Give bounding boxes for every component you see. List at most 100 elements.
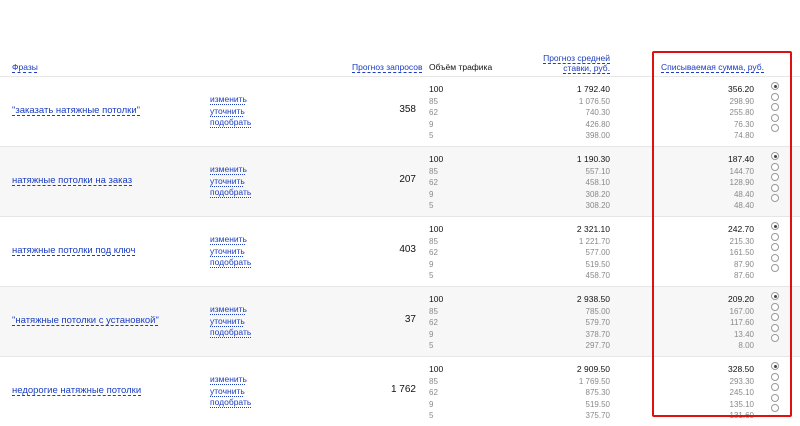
traffic-volume-value: 5 bbox=[429, 201, 434, 210]
charged-sum-value: 161.50 bbox=[729, 248, 754, 257]
traffic-volume-header: Объём трафика bbox=[429, 62, 493, 72]
traffic-volume-value: 9 bbox=[429, 329, 434, 339]
select-link[interactable]: подобрать bbox=[210, 327, 251, 339]
forecast-bid-value: 2 321.10 bbox=[576, 224, 610, 234]
phrase-link[interactable]: "натяжные потолки с установкой" bbox=[12, 315, 159, 326]
phrase-group: "заказать натяжные потолки" изменить уто… bbox=[0, 76, 800, 146]
position-radio[interactable] bbox=[771, 194, 779, 202]
refine-link[interactable]: уточнить bbox=[210, 386, 251, 398]
charged-sum-value: 298.90 bbox=[729, 96, 754, 106]
position-radio[interactable] bbox=[771, 383, 779, 391]
position-radio[interactable] bbox=[771, 183, 779, 192]
position-radio[interactable] bbox=[771, 372, 779, 381]
forecast-bid-column: 1 792.40 1 076.50 740.30 426.80 398.00 bbox=[577, 84, 610, 142]
position-radio[interactable] bbox=[771, 334, 779, 342]
position-radio-group bbox=[771, 152, 779, 205]
refine-link[interactable]: уточнить bbox=[210, 176, 251, 188]
traffic-volume-value: 85 bbox=[429, 166, 438, 176]
change-link[interactable]: изменить bbox=[210, 164, 251, 176]
position-radio[interactable] bbox=[771, 92, 779, 101]
phrase-group: натяжные потолки под ключ изменить уточн… bbox=[0, 216, 800, 286]
charged-sum-value: 328.50 bbox=[728, 364, 754, 374]
forecast-bid-column: 2 909.50 1 769.50 875.30 519.50 375.70 bbox=[577, 364, 610, 422]
forecast-bid-value: 1 769.50 bbox=[578, 376, 610, 386]
traffic-volume-value: 100 bbox=[429, 364, 444, 374]
charged-sum-value: 48.40 bbox=[733, 189, 754, 199]
phrase-link[interactable]: натяжные потолки на заказ bbox=[12, 175, 132, 186]
charged-sum-value: 255.80 bbox=[729, 108, 754, 117]
refine-link[interactable]: уточнить bbox=[210, 316, 251, 328]
phrase-group: натяжные потолки на заказ изменить уточн… bbox=[0, 146, 800, 216]
phrase-group: недорогие натяжные потолки изменить уточ… bbox=[0, 356, 800, 426]
traffic-volume-value: 9 bbox=[429, 119, 434, 129]
change-link[interactable]: изменить bbox=[210, 374, 251, 386]
charged-sum-value: 167.00 bbox=[729, 306, 754, 316]
charged-sum-column: 242.70 215.30 161.50 87.90 87.60 bbox=[728, 224, 754, 282]
traffic-volume-value: 62 bbox=[429, 178, 438, 187]
position-radio[interactable] bbox=[771, 113, 779, 122]
forecast-bid-value: 875.30 bbox=[585, 388, 610, 397]
forecast-bid-line1[interactable]: Прогноз средней bbox=[540, 53, 610, 63]
phrase-link[interactable]: недорогие натяжные потолки bbox=[12, 385, 141, 396]
forecast-bid-value: 426.80 bbox=[585, 119, 610, 129]
change-link[interactable]: изменить bbox=[210, 304, 251, 316]
phrases-header[interactable]: Фразы bbox=[12, 62, 38, 72]
traffic-volume-value: 9 bbox=[429, 259, 434, 269]
position-radio[interactable] bbox=[771, 313, 779, 321]
charged-sum-value: 87.90 bbox=[733, 259, 754, 269]
select-link[interactable]: подобрать bbox=[210, 187, 251, 199]
position-radio[interactable] bbox=[771, 393, 779, 402]
charged-sum-value: 293.30 bbox=[729, 376, 754, 386]
charged-sum-value: 209.20 bbox=[728, 294, 754, 304]
traffic-volume-value: 85 bbox=[429, 376, 438, 386]
position-radio[interactable] bbox=[771, 243, 779, 251]
position-radio[interactable] bbox=[771, 173, 779, 181]
position-radio[interactable] bbox=[771, 162, 779, 171]
position-radio[interactable] bbox=[771, 232, 779, 241]
position-radio-group bbox=[771, 222, 779, 275]
select-link[interactable]: подобрать bbox=[210, 257, 251, 269]
forecast-bid-value: 519.50 bbox=[585, 399, 610, 409]
position-radio[interactable] bbox=[771, 404, 779, 412]
forecast-bid-value: 785.00 bbox=[585, 306, 610, 316]
charged-sum-value: 215.30 bbox=[729, 236, 754, 246]
phrase-link[interactable]: натяжные потолки под ключ bbox=[12, 245, 135, 256]
forecast-bid-value: 458.10 bbox=[585, 178, 610, 187]
forecast-bid-value: 1 221.70 bbox=[578, 236, 610, 246]
change-link[interactable]: изменить bbox=[210, 234, 251, 246]
refine-link[interactable]: уточнить bbox=[210, 246, 251, 258]
change-link[interactable]: изменить bbox=[210, 94, 251, 106]
select-link[interactable]: подобрать bbox=[210, 117, 251, 129]
position-radio[interactable] bbox=[771, 323, 779, 332]
traffic-volume-value: 5 bbox=[429, 271, 434, 280]
refine-link[interactable]: уточнить bbox=[210, 106, 251, 118]
charged-sum-value: 8.00 bbox=[738, 341, 754, 350]
forecast-bid-header[interactable]: Прогноз средней ставки, руб. bbox=[540, 53, 610, 73]
position-radio[interactable] bbox=[771, 152, 779, 160]
select-link[interactable]: подобрать bbox=[210, 397, 251, 409]
forecast-queries-header[interactable]: Прогноз запросов bbox=[352, 62, 423, 72]
forecast-bid-value: 378.70 bbox=[585, 329, 610, 339]
charged-sum-column: 356.20 298.90 255.80 76.30 74.80 bbox=[728, 84, 754, 142]
position-radio[interactable] bbox=[771, 362, 779, 370]
charged-sum-value: 356.20 bbox=[728, 84, 754, 94]
charged-sum-header[interactable]: Списываемая сумма, руб. bbox=[661, 62, 764, 72]
position-radio[interactable] bbox=[771, 292, 779, 300]
forecast-bid-value: 579.70 bbox=[585, 318, 610, 327]
position-radio[interactable] bbox=[771, 222, 779, 230]
position-radio[interactable] bbox=[771, 302, 779, 311]
charged-sum-value: 48.40 bbox=[733, 201, 754, 210]
traffic-volume-column: 100 85 62 9 5 bbox=[429, 154, 443, 212]
forecast-bid-value: 1 792.40 bbox=[576, 84, 610, 94]
position-radio[interactable] bbox=[771, 264, 779, 272]
forecast-queries-value: 207 bbox=[399, 174, 416, 185]
traffic-volume-value: 100 bbox=[429, 154, 444, 164]
position-radio[interactable] bbox=[771, 124, 779, 132]
position-radio[interactable] bbox=[771, 253, 779, 262]
forecast-bid-value: 297.70 bbox=[585, 341, 610, 350]
forecast-bid-line2[interactable]: ставки, руб. bbox=[540, 63, 610, 73]
position-radio[interactable] bbox=[771, 82, 779, 90]
traffic-volume-value: 62 bbox=[429, 248, 438, 257]
position-radio[interactable] bbox=[771, 103, 779, 111]
phrase-link[interactable]: "заказать натяжные потолки" bbox=[12, 105, 140, 116]
